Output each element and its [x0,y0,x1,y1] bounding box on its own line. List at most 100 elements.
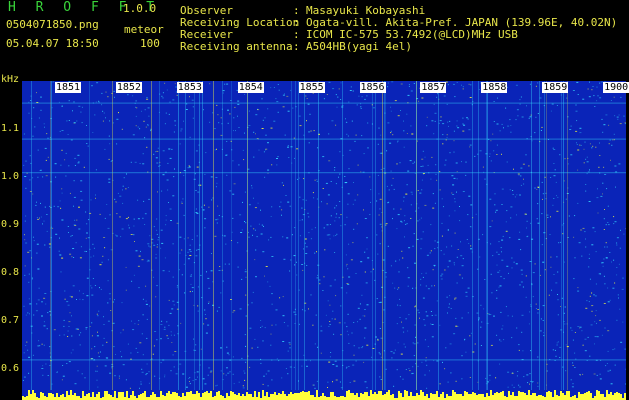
hroff-spectrogram-window: H R O F F T 1.0.0 0504071850.png meteor … [0,0,629,400]
signal-speck [468,83,470,85]
signal-speck [399,376,401,378]
signal-speck [37,149,39,151]
signal-speck [96,82,99,84]
signal-speck [330,215,332,217]
signal-speck [24,220,26,222]
signal-speck [93,247,95,249]
activity-bar [468,394,470,400]
activity-bar [22,396,24,400]
signal-speck [396,228,398,230]
signal-speck [358,347,360,349]
signal-speck [443,95,446,97]
signal-speck [276,101,279,103]
signal-speck [516,109,519,111]
signal-speck [589,355,591,357]
signal-speck [86,223,88,225]
signal-speck [209,371,212,373]
signal-speck [490,344,493,346]
signal-speck [316,380,318,382]
signal-speck [217,218,219,220]
signal-speck [241,229,243,231]
signal-speck [397,214,400,216]
signal-speck [577,202,579,204]
activity-bar [196,391,198,400]
signal-speck [77,370,79,372]
signal-speck [303,178,305,180]
signal-speck [123,177,125,179]
signal-speck [218,306,220,308]
hour-label: 1857 [420,82,447,93]
meteor-echo-line [247,81,248,390]
signal-speck [164,376,166,378]
signal-speck [424,204,427,206]
signal-speck [582,227,585,229]
signal-speck [73,122,76,124]
signal-speck [541,213,543,215]
signal-speck [179,236,182,238]
signal-speck [322,290,324,291]
signal-speck [607,205,609,207]
signal-speck [401,321,402,323]
activity-bar [618,393,620,400]
signal-speck [589,169,590,171]
signal-speck [537,312,539,314]
signal-speck [499,285,502,287]
signal-speck [529,373,531,375]
signal-speck [157,147,159,149]
signal-speck [225,374,227,376]
signal-speck [493,121,495,122]
signal-speck [156,162,159,164]
signal-speck [310,294,312,296]
signal-speck [523,183,525,185]
signal-speck [95,169,97,171]
signal-speck [366,387,368,389]
hour-label: 1851 [55,82,82,93]
signal-speck [614,348,616,350]
signal-speck [40,109,42,111]
signal-speck [364,251,366,253]
activity-bar [74,393,76,400]
signal-speck [23,164,25,166]
signal-speck [161,242,164,244]
signal-speck [77,154,80,156]
signal-speck [355,360,357,362]
activity-bar [460,394,462,400]
signal-speck [296,261,297,263]
signal-speck [497,253,500,255]
meteor-echo-line [51,81,52,390]
signal-speck [287,350,289,352]
signal-speck [348,101,350,103]
signal-speck [607,350,609,352]
signal-speck [617,294,619,296]
activity-bar [362,394,364,400]
signal-speck [187,237,189,239]
signal-speck [335,379,338,381]
signal-speck [148,198,151,200]
signal-speck [208,206,210,208]
signal-speck [589,143,591,145]
activity-bar [220,395,222,400]
signal-speck [42,176,44,178]
activity-bar [542,396,544,400]
signal-speck [572,362,574,364]
signal-speck [42,374,44,376]
signal-speck [517,371,519,372]
signal-speck [68,232,69,233]
signal-speck [168,270,170,272]
signal-speck [85,237,87,239]
signal-speck [422,297,425,299]
signal-speck [584,338,587,340]
signal-speck [367,147,369,149]
signal-speck [599,373,601,375]
signal-speck [131,280,133,282]
signal-speck [276,164,278,166]
signal-speck [38,117,40,119]
signal-speck [130,161,132,163]
activity-bar [440,394,442,400]
activity-bar [106,391,108,400]
signal-speck [453,262,455,264]
signal-speck [312,192,314,194]
signal-speck [74,165,76,166]
activity-bar [410,392,412,400]
activity-bar [274,392,276,400]
